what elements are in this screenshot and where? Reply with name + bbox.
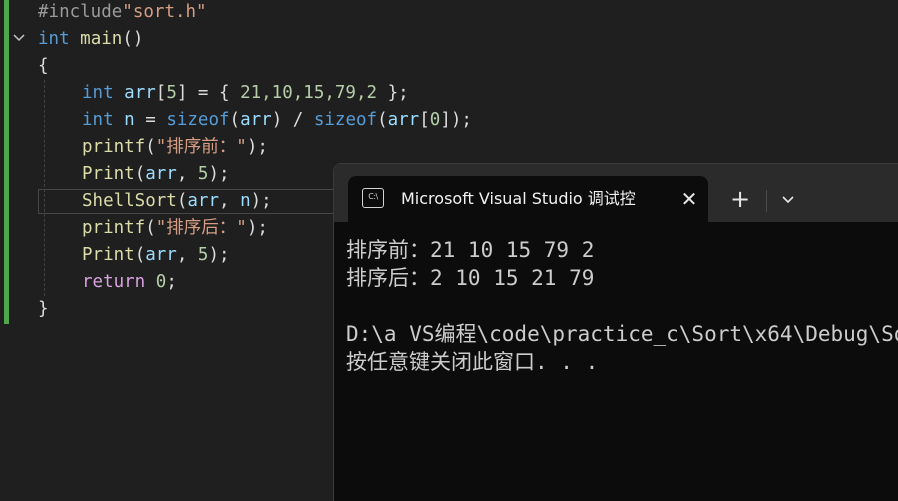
function-name: Print: [82, 245, 135, 265]
indent-guide: [44, 80, 45, 296]
code-line-printf-before[interactable]: printf("排序前：");: [82, 134, 268, 161]
number: 5: [197, 245, 209, 265]
code-line-main[interactable]: int main(): [38, 26, 143, 53]
punct: [: [419, 110, 430, 130]
open-brace: {: [38, 56, 49, 76]
punct: ;: [166, 272, 177, 292]
punct: );: [250, 191, 272, 211]
function-name: main: [80, 29, 123, 49]
function-name: printf: [82, 137, 146, 157]
variable: arr: [187, 191, 219, 211]
terminal-titlebar[interactable]: C:\ Microsoft Visual Studio 调试控 ✕ +: [334, 164, 898, 222]
chevron-down-icon[interactable]: [11, 30, 27, 46]
punct: );: [208, 164, 230, 184]
type-keyword: int: [38, 29, 70, 49]
punct: );: [208, 245, 230, 265]
punct: ,: [176, 245, 198, 265]
code-line-n[interactable]: int n = sizeof(arr) / sizeof(arr[0]);: [82, 107, 472, 134]
punct: };: [377, 83, 409, 103]
variable: n: [124, 110, 135, 130]
function-name: Print: [82, 164, 135, 184]
string-literal: "排序前：": [155, 137, 247, 157]
type-keyword: int: [82, 83, 114, 103]
number: 5: [197, 164, 209, 184]
new-tab-button[interactable]: +: [725, 184, 755, 214]
code-line-close-brace[interactable]: }: [38, 296, 49, 323]
debug-console-window[interactable]: C:\ Microsoft Visual Studio 调试控 ✕ + 排序前：…: [333, 163, 898, 501]
include-directive: #include: [38, 2, 123, 22]
terminal-output-line: 排序前：21 10 15 79 2: [346, 238, 595, 262]
punct: (: [134, 164, 146, 184]
array-values: 21,10,15,79,2: [240, 83, 378, 103]
punct: );: [246, 137, 268, 157]
punct: );: [246, 218, 268, 238]
punct: (: [145, 218, 156, 238]
code-line-print-before[interactable]: Print(arr, 5);: [82, 161, 230, 188]
number: 0: [429, 110, 441, 130]
number: 5: [166, 83, 177, 103]
close-brace: }: [38, 299, 49, 319]
punct: ]);: [440, 110, 472, 130]
terminal-output-line: 按任意键关闭此窗口. . .: [346, 350, 599, 374]
punct: (: [145, 137, 156, 157]
change-indicator-bar: [4, 0, 9, 324]
code-line-arr[interactable]: int arr[5] = { 21,10,15,79,2 };: [82, 80, 409, 107]
punct: (: [229, 110, 241, 130]
code-line-include[interactable]: #include"sort.h": [38, 0, 207, 26]
sizeof-keyword: sizeof: [313, 110, 378, 130]
punct: (: [377, 110, 388, 130]
type-keyword: int: [82, 110, 114, 130]
punct: [: [155, 83, 167, 103]
code-line-print-after[interactable]: Print(arr, 5);: [82, 242, 230, 269]
variable: arr: [145, 245, 177, 265]
string-literal: "排序后：": [155, 218, 247, 238]
code-line-shellsort[interactable]: ShellSort(arr, n);: [82, 188, 272, 215]
function-name: ShellSort: [82, 191, 177, 211]
sizeof-keyword: sizeof: [166, 110, 230, 130]
punct: (: [176, 191, 188, 211]
punct: =: [134, 110, 167, 130]
punct: (: [134, 245, 146, 265]
terminal-output-line: D:\a VS编程\code\practice_c\Sort\x64\Debug…: [346, 322, 898, 346]
variable: arr: [145, 164, 177, 184]
variable: arr: [387, 110, 420, 130]
titlebar-divider: [766, 190, 767, 212]
return-keyword: return: [82, 272, 146, 292]
console-icon: C:\: [362, 188, 384, 208]
code-line-open-brace[interactable]: {: [38, 53, 49, 80]
code-line-printf-after[interactable]: printf("排序后：");: [82, 215, 268, 242]
include-file: "sort.h": [122, 2, 207, 22]
punct: ,: [176, 164, 198, 184]
chevron-down-icon[interactable]: [775, 186, 801, 212]
punct: ,: [218, 191, 241, 211]
variable: arr: [240, 110, 272, 130]
punct: ) /: [271, 110, 314, 130]
parens: (): [122, 29, 144, 49]
terminal-tab[interactable]: C:\ Microsoft Visual Studio 调试控 ✕: [348, 176, 708, 222]
close-icon[interactable]: ✕: [675, 185, 703, 213]
code-line-return[interactable]: return 0;: [82, 269, 177, 296]
punct: ] = {: [176, 83, 241, 103]
number: 0: [155, 272, 167, 292]
terminal-output-line: 排序后：2 10 15 21 79: [346, 266, 595, 290]
variable: n: [240, 191, 251, 211]
variable: arr: [124, 83, 156, 103]
tab-title: Microsoft Visual Studio 调试控: [401, 189, 636, 208]
function-name: printf: [82, 218, 146, 238]
